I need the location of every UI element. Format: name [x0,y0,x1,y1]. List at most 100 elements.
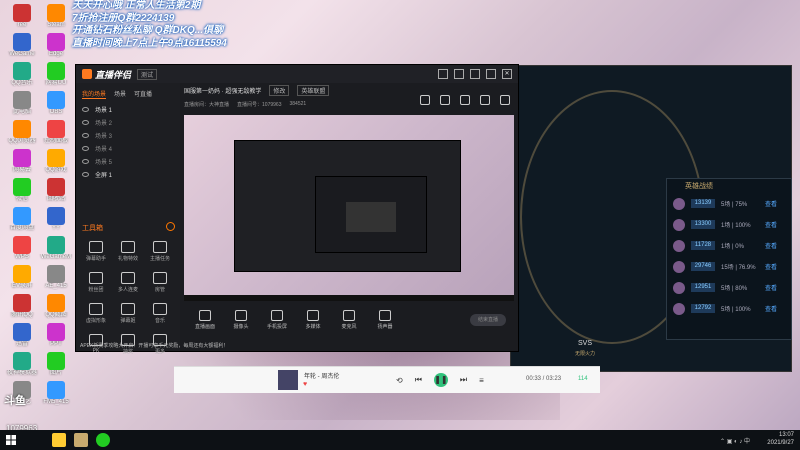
tool-button[interactable]: 弹幕姬 [112,303,144,324]
eye-icon[interactable] [82,120,89,125]
category-chip[interactable]: 英雄联盟 [297,85,330,96]
clock-date: 2021/9/27 [767,440,794,446]
share-icon[interactable] [500,95,510,105]
tool-button[interactable]: 礼物特效 [112,241,144,262]
playlist-count[interactable]: 114 [578,376,588,382]
version-badge[interactable]: 测试 [137,68,158,80]
tool-button[interactable]: 粉丝团 [80,272,112,293]
sidebar-tab[interactable]: 我的场景 [82,89,107,99]
eye-icon[interactable] [82,159,89,164]
tool-icon [121,303,135,315]
hero-detail-link[interactable]: 查看 [765,283,777,292]
sidebar-tab[interactable]: 可直播 [134,89,152,99]
hero-detail-link[interactable]: 查看 [765,220,777,229]
loop-icon[interactable]: ⟲ [396,376,403,385]
hero-record-row: 11728 1场 | 0% 查看 [667,235,791,256]
hero-record-row: 12951 5场 | 80% 查看 [667,277,791,298]
maximize-icon[interactable] [486,69,496,79]
eye-icon[interactable] [82,172,89,177]
control-bar: 直播画面 摄像头 手机投屏 多媒体 麦克风 扬声器 结束直播 [184,303,514,337]
scene-item[interactable]: 场景 1 [76,103,180,116]
album-art[interactable] [278,370,298,390]
app-icon [47,120,65,138]
hero-avatar [673,239,685,252]
app-logo-icon [82,69,92,79]
hero-detail-link[interactable]: 查看 [765,262,777,271]
game-taskbar-icon[interactable] [74,433,88,447]
stream-preview[interactable] [184,115,514,301]
play-pause-icon[interactable]: ❚❚ [433,373,448,387]
control-label: 手机投屏 [266,324,287,330]
scene-item[interactable]: 场景 2 [76,116,180,129]
hero-detail-link[interactable]: 查看 [765,304,777,313]
tool-icon [89,303,103,315]
hero-score: 11728 [691,241,715,250]
control-button[interactable]: 直播画面 [190,310,220,330]
control-button[interactable]: 扬声器 [370,310,400,330]
scene-item[interactable]: 场景 4 [76,142,180,155]
bell-icon[interactable] [480,95,490,105]
control-button[interactable]: 摄像头 [226,310,256,330]
control-button[interactable]: 麦克风 [334,310,364,330]
app-icon [47,4,65,22]
eye-icon[interactable] [82,107,89,112]
next-icon[interactable]: ⏭ [460,375,467,385]
streaming-app-window: 直播伴侣 测试 ✕ 我的场景 场景 可直播 场景 1 场景 2 场景 3 场景 4 场景 5… [75,64,519,355]
menu-icon[interactable] [454,69,464,79]
screen-icon[interactable] [460,95,470,105]
windows-start-icon[interactable] [6,435,16,445]
tool-button[interactable]: 音乐 [144,303,176,324]
nested-app-window [234,140,461,272]
status-message: APEX新赛季攻略大开启！开播可享千元奖励，每周还有大额福利！ [80,343,229,349]
lock-icon[interactable] [440,95,450,105]
scene-item[interactable]: 场景 5 [76,155,180,168]
control-label: 直播画面 [194,324,215,330]
scene-label: 场景 5 [95,160,113,166]
hero-score: 13139 [691,199,715,208]
go-live-button[interactable]: 结束直播 [470,314,506,326]
tool-button[interactable]: 虚拟形象 [80,303,112,324]
minimize-icon[interactable] [470,69,480,79]
app-icon [47,62,65,80]
hero-detail-link[interactable]: 查看 [765,241,777,250]
tool-button[interactable]: 房管 [144,272,176,293]
control-button[interactable]: 手机投屏 [262,310,292,330]
desktop-icon-label: 网易云 [12,167,31,173]
desktop-icon-label: AE_415 [45,283,67,289]
room-id: 直播间号：1079963 [237,102,282,108]
hero-avatar [673,260,685,273]
explorer-icon[interactable] [52,433,66,447]
eye-icon[interactable] [82,146,89,151]
scene-label: 场景 4 [95,147,113,153]
hero-avatar [673,302,685,315]
clock[interactable]: 13:07 2021/9/27 [767,431,794,447]
skin-icon[interactable] [438,69,448,79]
hero-detail-link[interactable]: 查看 [765,199,777,208]
desktop-icon[interactable]: FM5_415 [38,381,74,421]
scene-item[interactable]: 场景 3 [76,129,180,142]
edit-title-button[interactable]: 修改 [269,85,290,96]
prev-icon[interactable]: ⏮ [415,375,422,385]
tool-button[interactable]: 主播任务 [144,241,176,262]
toolbox-collapse-icon[interactable] [166,222,175,231]
scene-item[interactable]: 全屏 1 [76,168,180,181]
eye-icon[interactable] [82,133,89,138]
like-icon[interactable]: ♥ [303,381,307,388]
desktop-icon-label: OBS [49,109,63,115]
scene-label: 全屏 1 [95,173,113,179]
stream-info-header: 国服第一奶妈 · 超强无敌教学 修改 英雄联盟 直播房间：大神直播 直播间号：1… [184,85,514,115]
tool-button[interactable]: 多人连麦 [112,272,144,293]
sidebar-tab[interactable]: 场景 [114,89,126,99]
system-tray-icons[interactable]: ⌃ ▣ ◐ ♪ 中 [720,436,750,445]
tool-label: 主播任务 [149,256,170,262]
browser-taskbar-icon[interactable] [96,433,110,447]
tool-icon [89,241,103,253]
tool-button[interactable]: 弹幕助手 [80,241,112,262]
song-time: 00:33 / 03:23 [526,376,562,382]
playlist-icon[interactable]: ≡ [479,376,484,385]
close-icon[interactable]: ✕ [502,69,512,79]
control-button[interactable]: 多媒体 [298,310,328,330]
app-icon [47,294,65,312]
gift-icon[interactable] [420,95,430,105]
app-icon [13,236,31,254]
